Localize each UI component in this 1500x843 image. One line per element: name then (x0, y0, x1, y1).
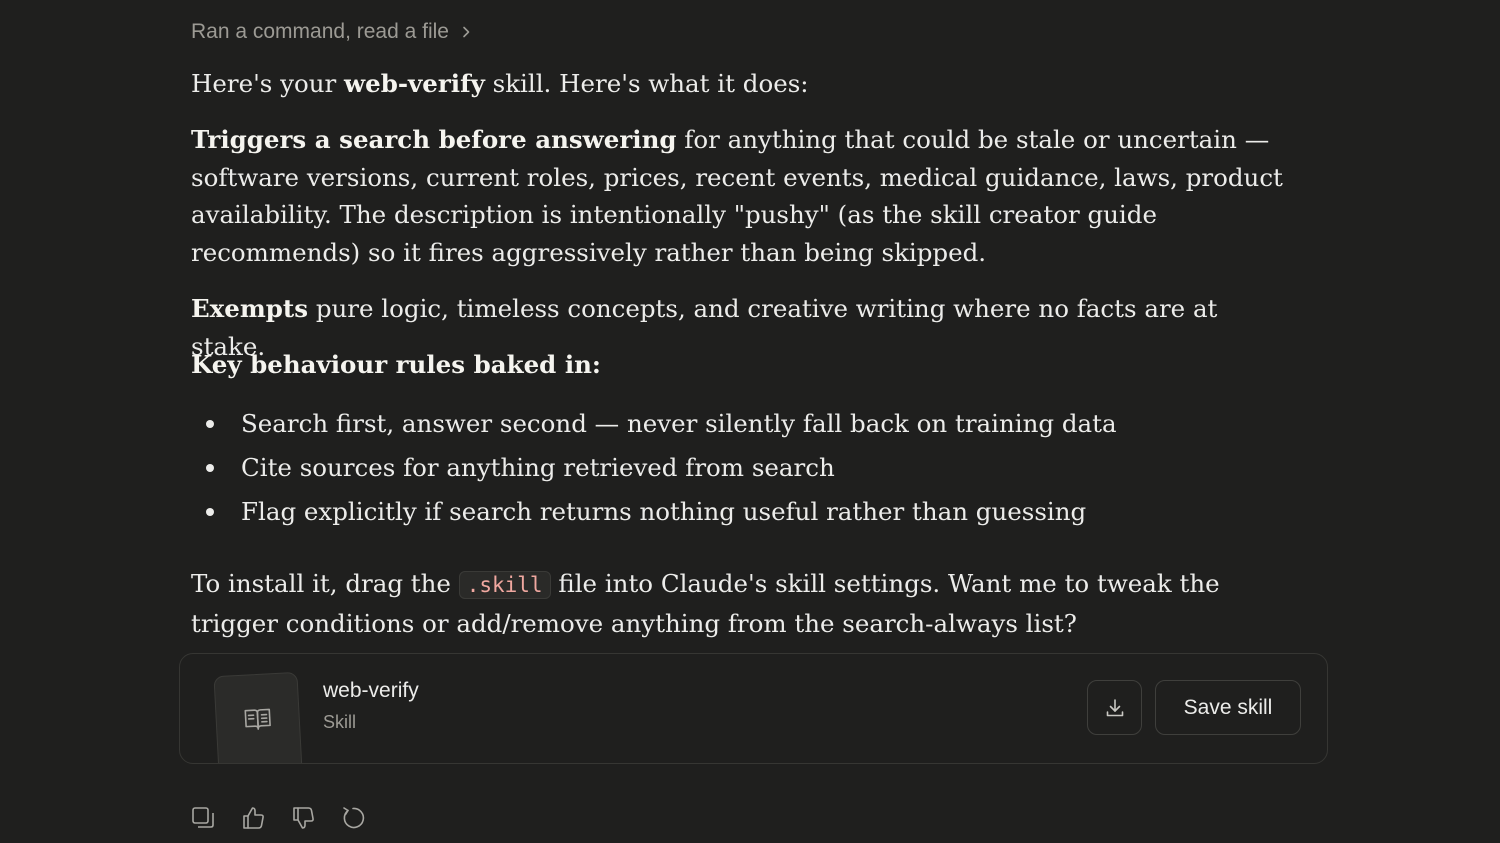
thumbs-up-icon (243, 807, 264, 829)
message-actions (190, 804, 366, 832)
chevron-right-icon (463, 26, 470, 38)
copy-button[interactable] (190, 804, 216, 832)
tool-steps-toggle[interactable]: Ran a command, read a file (191, 20, 473, 44)
download-icon (1106, 698, 1123, 716)
install-text: To install it, drag the (191, 569, 459, 598)
list-item: Flag explicitly if search returns nothin… (191, 490, 1117, 534)
intro-text: Here's your (191, 69, 345, 98)
thumbs-down-button[interactable] (290, 804, 316, 832)
book-icon (244, 708, 271, 730)
retry-icon (343, 807, 365, 829)
skill-file-type: Skill (323, 712, 357, 732)
tool-steps-label: Ran a command, read a file (191, 20, 449, 43)
save-skill-button[interactable]: Save skill (1155, 680, 1301, 735)
list-item: Search first, answer second — never sile… (191, 402, 1117, 446)
install-paragraph: To install it, drag the .skill file into… (191, 565, 1286, 642)
list-item: Cite sources for anything retrieved from… (191, 446, 1117, 490)
skill-file-card[interactable]: web-verify Skill Save skill (179, 653, 1328, 764)
skill-name-bold: web-verify (344, 69, 485, 98)
rules-list: Search first, answer second — never sile… (191, 402, 1117, 534)
retry-button[interactable] (340, 804, 366, 832)
intro-text-end: skill. Here's what it does: (484, 69, 809, 98)
rules-heading-text: Key behaviour rules baked in: (191, 350, 601, 379)
skill-thumbnail (213, 671, 303, 763)
triggers-paragraph: Triggers a search before answering for a… (191, 121, 1286, 271)
triggers-bold: Triggers a search before answering (191, 125, 677, 154)
thumbs-up-button[interactable] (240, 804, 266, 832)
intro-paragraph: Here's your web-verify skill. Here's wha… (191, 65, 1286, 103)
skill-extension-code: .skill (458, 571, 551, 599)
exempts-bold: Exempts (191, 294, 309, 323)
skill-file-title: web-verify (323, 679, 419, 702)
download-button[interactable] (1087, 680, 1142, 735)
copy-icon (192, 807, 214, 828)
thumbs-down-icon (293, 807, 314, 829)
rules-heading: Key behaviour rules baked in: (191, 346, 1286, 384)
